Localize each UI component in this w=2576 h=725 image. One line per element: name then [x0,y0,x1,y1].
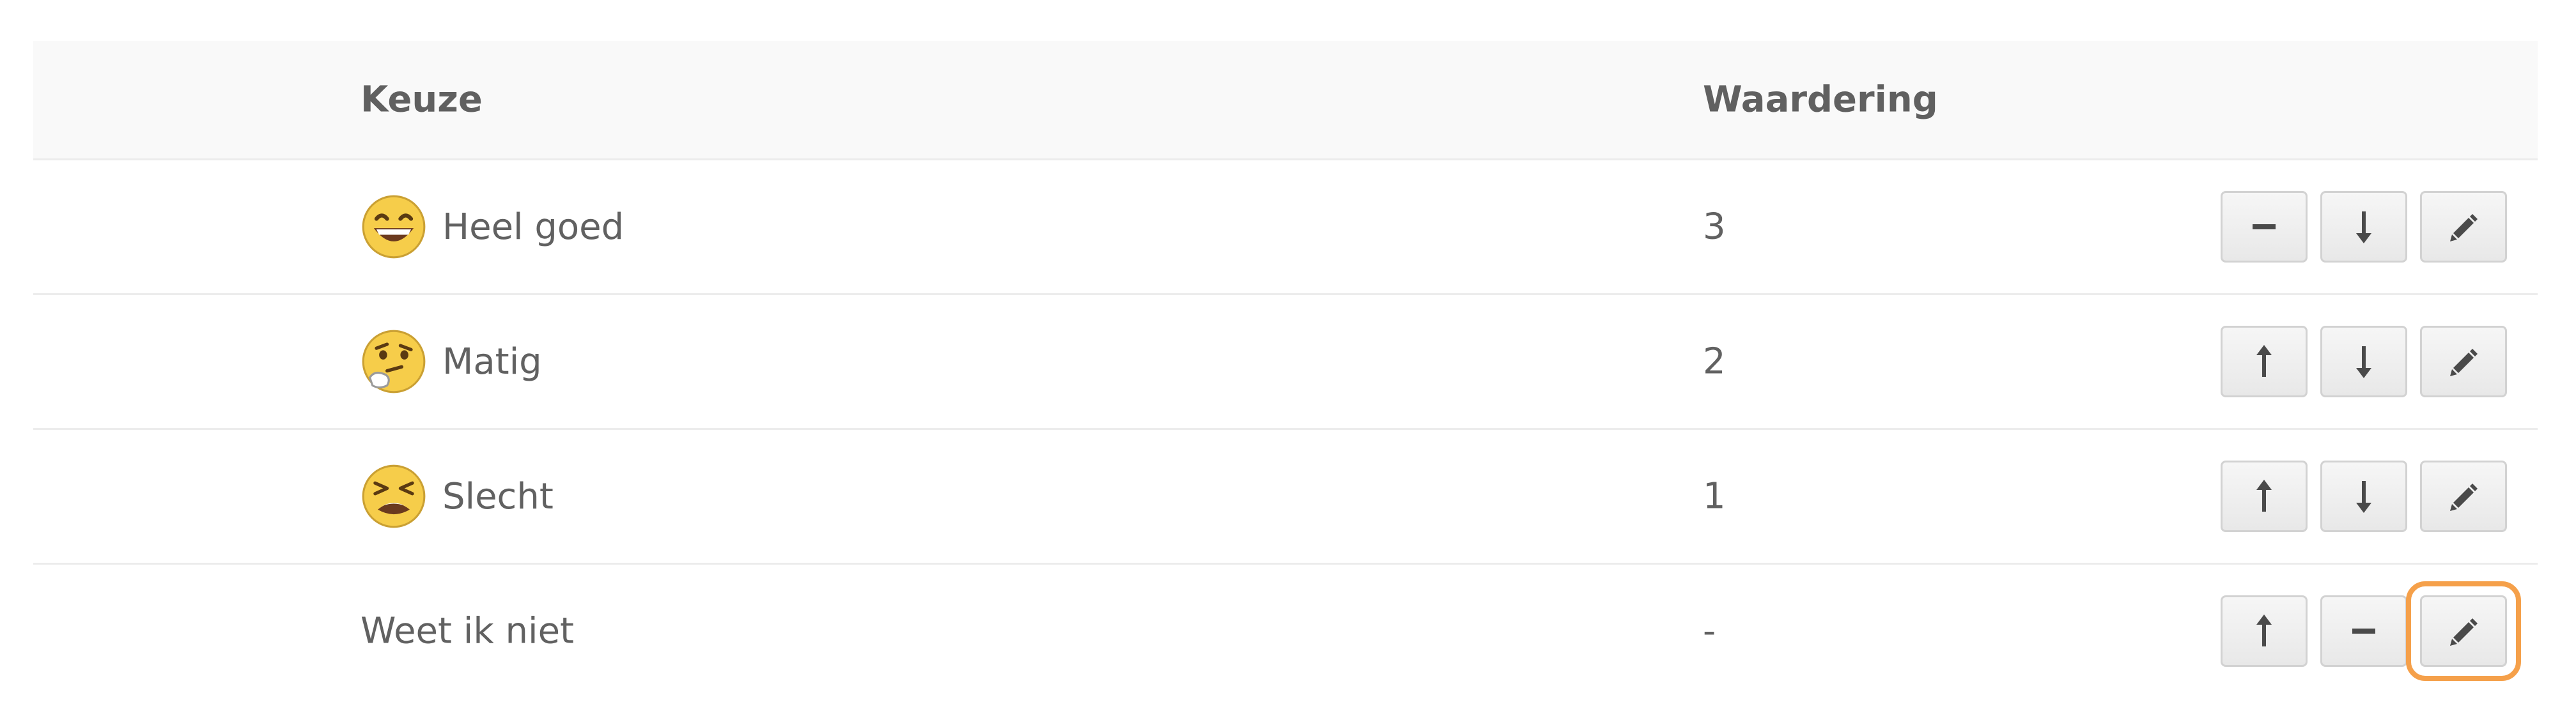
move-up-button[interactable] [2221,326,2308,397]
choice-cell: Weet ik niet [361,611,574,652]
pencil-icon [2450,214,2478,241]
rating-value: 1 [1703,475,1726,517]
rating-value: 2 [1703,340,1726,383]
arrow-up-icon [2256,614,2272,646]
edit-button[interactable] [2420,191,2507,263]
table-row: Matig 2 [33,295,2538,430]
column-header-waardering: Waardering [1703,79,1938,121]
choice-cell: Matig [361,328,542,395]
column-header-keuze: Keuze [361,79,483,121]
move-up-button[interactable] [2221,461,2308,532]
pencil-icon [2450,484,2478,511]
row-actions [2221,191,2507,263]
pencil-icon [2450,349,2478,376]
remove-button[interactable] [2320,595,2407,667]
move-down-button[interactable] [2320,461,2407,532]
table-row: Heel goed 3 [33,160,2538,295]
arrow-down-icon [2356,481,2371,513]
choice-label: Weet ik niet [361,610,575,652]
table-row: Slecht 1 [33,430,2538,565]
edit-button[interactable] [2406,581,2521,681]
thinking-face-icon [361,328,427,395]
move-up-button[interactable] [2221,595,2308,667]
tired-face-icon [361,463,427,530]
row-actions [2221,581,2521,681]
edit-button[interactable] [2420,326,2507,397]
row-actions [2221,326,2507,397]
choice-label: Matig [442,340,542,383]
arrow-up-icon [2256,480,2272,512]
minus-icon [2253,224,2276,229]
arrow-down-icon [2356,211,2371,243]
choice-label: Slecht [442,475,554,517]
row-actions [2221,461,2507,532]
pencil-icon [2450,618,2478,646]
choice-label: Heel goed [442,206,625,248]
edit-button[interactable] [2420,461,2507,532]
remove-button[interactable] [2221,191,2308,263]
arrow-down-icon [2356,346,2371,378]
table-header: Keuze Waardering [33,41,2538,160]
move-down-button[interactable] [2320,191,2407,263]
choice-cell: Heel goed [361,194,624,260]
rating-value: - [1703,610,1716,652]
minus-icon [2352,629,2375,634]
grinning-face-icon [361,194,427,260]
rating-value: 3 [1703,206,1726,248]
arrow-up-icon [2256,345,2272,377]
table-row: Weet ik niet - [33,565,2538,698]
choice-cell: Slecht [361,463,554,530]
move-down-button[interactable] [2320,326,2407,397]
ratings-table: Keuze Waardering Heel goed 3 Matig 2 Sle… [33,41,2538,698]
